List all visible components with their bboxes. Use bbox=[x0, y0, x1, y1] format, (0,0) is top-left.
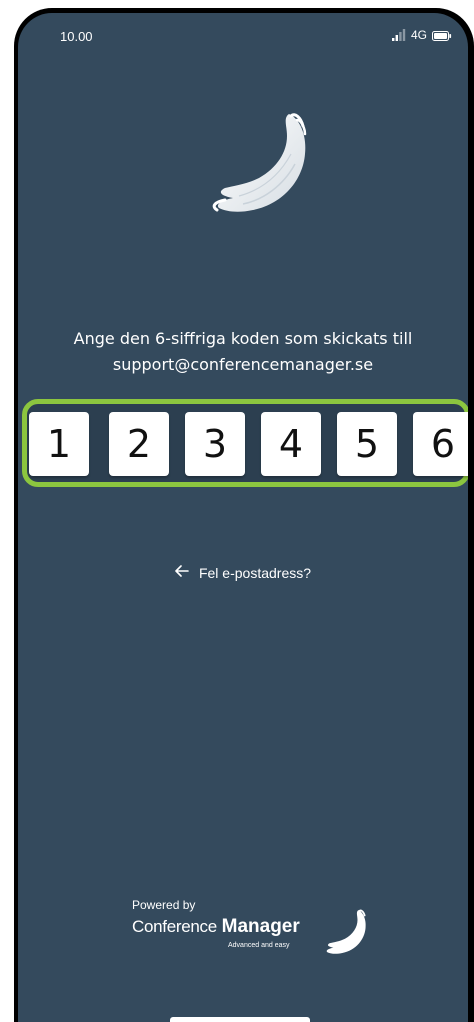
brand-name-part1: Conference bbox=[132, 917, 217, 936]
code-digit-1[interactable]: 1 bbox=[29, 412, 89, 476]
code-input-group: 1 2 3 4 5 6 bbox=[22, 399, 468, 487]
brand-tagline: Advanced and easy bbox=[228, 942, 290, 949]
powered-by-brand: Powered by Conference Manager Advanced a… bbox=[132, 898, 372, 978]
status-time: 10.00 bbox=[60, 29, 93, 44]
battery-icon bbox=[432, 30, 452, 41]
conference-manager-swoosh-icon bbox=[320, 906, 370, 958]
code-digit-4[interactable]: 4 bbox=[261, 412, 321, 476]
network-label: 4G bbox=[410, 28, 427, 42]
code-digit-5[interactable]: 5 bbox=[337, 412, 397, 476]
signal-icon bbox=[391, 29, 406, 41]
status-indicators: 4G bbox=[391, 28, 452, 42]
powered-by-label: Powered by bbox=[132, 898, 196, 912]
prompt-line-1: Ange den 6-siffriga koden som skickats t… bbox=[73, 329, 413, 348]
app-screen: 10.00 4G Ange den 6-siffriga koden som s… bbox=[18, 13, 468, 1022]
code-prompt: Ange den 6-siffriga koden som skickats t… bbox=[18, 326, 468, 378]
phone-frame: 10.00 4G Ange den 6-siffriga koden som s… bbox=[14, 8, 474, 1022]
conference-manager-swoosh-icon bbox=[203, 108, 315, 218]
home-indicator[interactable] bbox=[170, 1017, 310, 1022]
wrong-email-link[interactable]: Fel e-postadress? bbox=[18, 565, 468, 581]
arrow-left-icon bbox=[175, 565, 189, 581]
brand-name: Conference Manager bbox=[132, 916, 300, 938]
code-digit-2[interactable]: 2 bbox=[109, 412, 169, 476]
code-digit-3[interactable]: 3 bbox=[185, 412, 245, 476]
code-digit-6[interactable]: 6 bbox=[413, 412, 468, 476]
prompt-email: support@conferencemanager.se bbox=[112, 355, 374, 374]
brand-name-part2: Manager bbox=[221, 916, 300, 937]
wrong-email-label: Fel e-postadress? bbox=[198, 565, 312, 581]
